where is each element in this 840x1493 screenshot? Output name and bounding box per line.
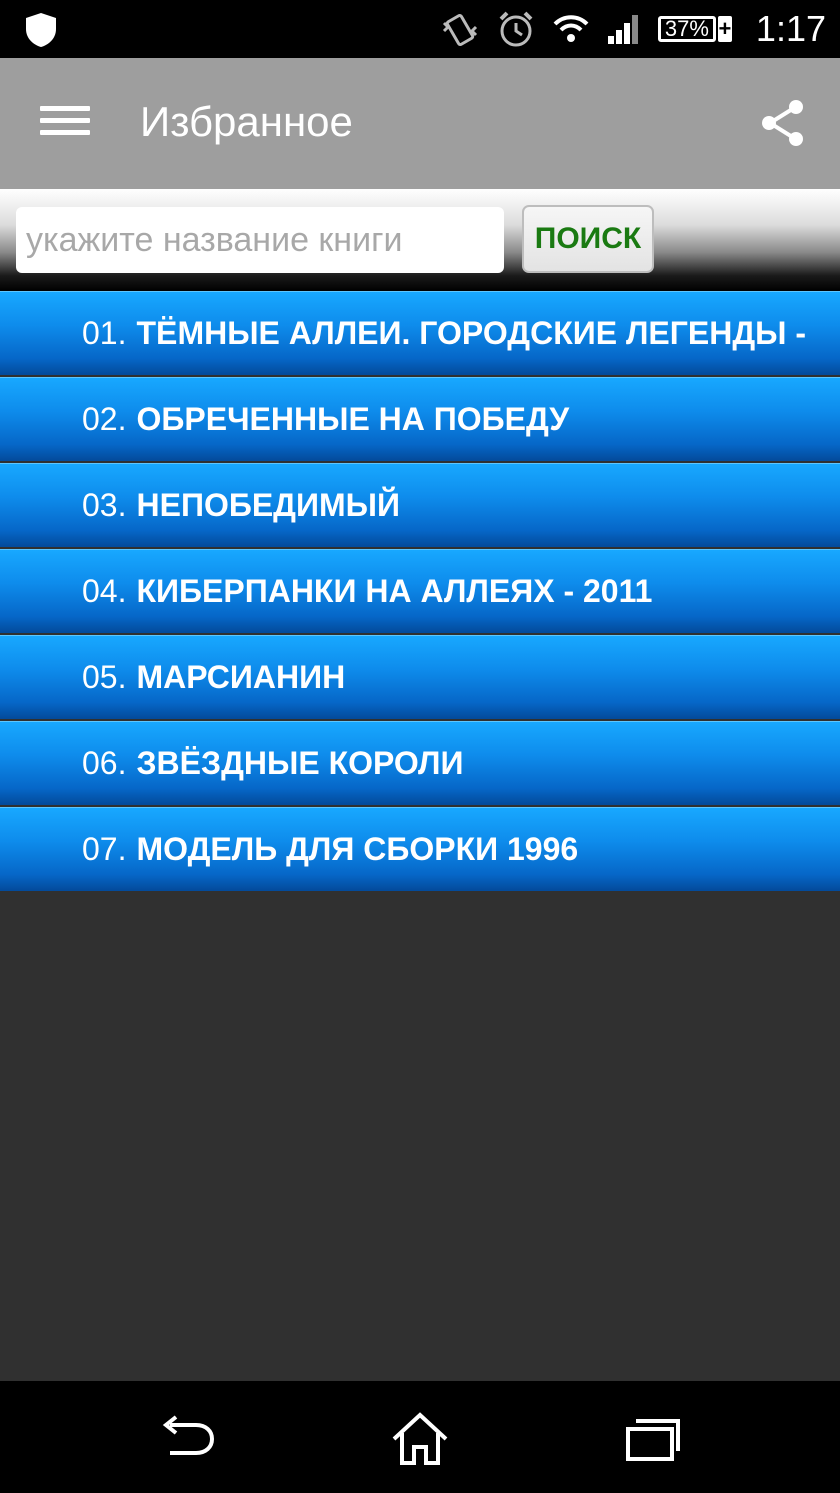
item-title: ЗВЁЗДНЫЕ КОРОЛИ (136, 745, 464, 781)
home-icon[interactable] (388, 1411, 452, 1467)
item-title: ОБРЕЧЕННЫЕ НА ПОБЕДУ (136, 401, 570, 437)
list-item[interactable]: 06. ЗВЁЗДНЫЕ КОРОЛИ (0, 721, 840, 805)
item-number: 07. (82, 831, 127, 867)
search-input[interactable] (16, 207, 504, 273)
list-item[interactable]: 02. ОБРЕЧЕННЫЕ НА ПОБЕДУ (0, 377, 840, 461)
item-title: МАРСИАНИН (136, 659, 346, 695)
vibrate-icon (442, 13, 477, 47)
battery-percent: 37% (664, 16, 709, 41)
recent-apps-icon[interactable] (620, 1411, 684, 1467)
item-number: 04. (82, 573, 127, 609)
page-title: Избранное (140, 98, 353, 145)
back-icon[interactable] (156, 1411, 220, 1467)
wifi-icon (553, 15, 589, 42)
clock: 1:17 (755, 8, 826, 49)
list-item[interactable]: 07. МОДЕЛЬ ДЛЯ СБОРКИ 1996 (0, 807, 840, 891)
signal-icon (607, 15, 638, 44)
search-bar: ПОИСК (0, 189, 840, 291)
list-item[interactable]: 03. НЕПОБЕДИМЫЙ (0, 463, 840, 547)
item-title: КИБЕРПАНКИ НА АЛЛЕЯХ - 2011 (136, 573, 653, 609)
item-title: ТЁМНЫЕ АЛЛЕИ. ГОРОДСКИЕ ЛЕГЕНДЫ - (136, 315, 807, 351)
item-number: 01. (82, 315, 127, 351)
item-number: 02. (82, 401, 127, 437)
share-icon[interactable] (758, 98, 808, 148)
alarm-icon (499, 11, 533, 47)
book-list: 01. ТЁМНЫЕ АЛЛЕИ. ГОРОДСКИЕ ЛЕГЕНДЫ - 02… (0, 291, 840, 893)
item-title: МОДЕЛЬ ДЛЯ СБОРКИ 1996 (136, 831, 579, 867)
shield-icon (26, 13, 56, 47)
nav-bar (0, 1381, 840, 1493)
battery-icon: 37% + (657, 16, 732, 42)
item-number: 03. (82, 487, 127, 523)
list-item[interactable]: 01. ТЁМНЫЕ АЛЛЕИ. ГОРОДСКИЕ ЛЕГЕНДЫ - (0, 291, 840, 375)
hamburger-menu-icon[interactable] (40, 106, 90, 140)
status-bar: 37% + 1:17 (0, 0, 840, 58)
list-item[interactable]: 04. КИБЕРПАНКИ НА АЛЛЕЯХ - 2011 (0, 549, 840, 633)
list-item[interactable]: 05. МАРСИАНИН (0, 635, 840, 719)
app-bar: Избранное (0, 58, 840, 189)
item-title: НЕПОБЕДИМЫЙ (136, 487, 400, 523)
status-icons: 37% + 1:17 (440, 0, 826, 58)
item-number: 05. (82, 659, 127, 695)
search-button[interactable]: ПОИСК (522, 205, 654, 273)
item-number: 06. (82, 745, 127, 781)
